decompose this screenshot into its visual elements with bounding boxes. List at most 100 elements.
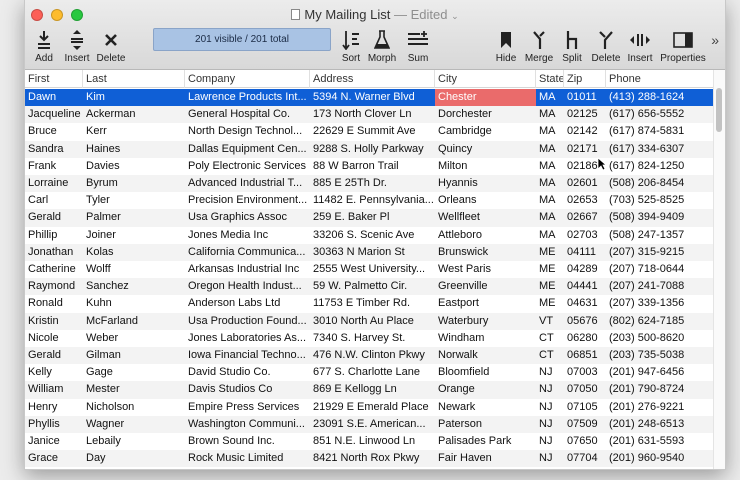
table-cell[interactable]: 885 E 25Th Dr. bbox=[310, 175, 435, 192]
table-cell[interactable]: 06280 bbox=[564, 330, 606, 347]
table-cell[interactable]: Usa Production Found... bbox=[185, 313, 310, 330]
table-cell[interactable]: Day bbox=[83, 450, 185, 467]
delete-button[interactable]: Delete bbox=[95, 28, 127, 64]
table-cell[interactable]: Jacqueline bbox=[25, 106, 83, 123]
table-cell[interactable]: 07050 bbox=[564, 381, 606, 398]
table-cell[interactable]: (617) 656-5552 bbox=[606, 106, 715, 123]
table-cell[interactable]: Quincy bbox=[435, 141, 536, 158]
table-cell[interactable]: Brunswick bbox=[435, 244, 536, 261]
table-cell[interactable]: (201) 276-9221 bbox=[606, 399, 715, 416]
table-cell[interactable]: 30363 N Marion St bbox=[310, 244, 435, 261]
table-cell[interactable]: (703) 525-8525 bbox=[606, 192, 715, 209]
table-cell[interactable]: 677 S. Charlotte Lane bbox=[310, 364, 435, 381]
table-cell[interactable]: Windham bbox=[435, 330, 536, 347]
table-row[interactable]: Gerald Gilman Iowa Financial Techno... 476 … bbox=[25, 347, 715, 365]
table-row[interactable]: Grace Day Rock Music Limited 8421 North Rox… bbox=[25, 450, 715, 468]
table-cell[interactable]: Palisades Park bbox=[435, 433, 536, 450]
table-row[interactable]: Sandra Haines Dallas Equipment Cen... 9288 … bbox=[25, 140, 715, 158]
table-cell[interactable]: Orange bbox=[435, 381, 536, 398]
table-cell[interactable]: NJ bbox=[536, 433, 564, 450]
table-cell[interactable]: 21929 E Emerald Place bbox=[310, 399, 435, 416]
table-row[interactable]: Catherine Wolff Arkansas Industrial Inc 255… bbox=[25, 261, 715, 278]
table-cell[interactable]: 05676 bbox=[564, 313, 606, 330]
table-cell[interactable]: (201) 947-6456 bbox=[606, 364, 715, 381]
table-cell[interactable]: 2555 West University... bbox=[310, 261, 435, 278]
table-cell[interactable]: ME bbox=[536, 244, 564, 261]
table-cell[interactable]: Kristin bbox=[25, 313, 83, 330]
table-cell[interactable]: CT bbox=[536, 347, 564, 364]
table-cell[interactable]: Mester bbox=[83, 381, 185, 398]
column-header[interactable]: Zip bbox=[564, 70, 606, 88]
column-header[interactable]: Company bbox=[185, 70, 310, 88]
table-cell[interactable]: Phyllis bbox=[25, 416, 83, 433]
table-cell[interactable]: 04631 bbox=[564, 295, 606, 312]
table-cell[interactable]: (201) 790-8724 bbox=[606, 381, 715, 398]
table-cell[interactable]: Bruce bbox=[25, 123, 83, 140]
table-row[interactable]: Janice Lebaily Brown Sound Inc. 851 N.E. Li… bbox=[25, 433, 715, 450]
table-cell[interactable]: Ronald bbox=[25, 295, 83, 312]
table-cell[interactable]: NJ bbox=[536, 399, 564, 416]
table-cell[interactable]: Empire Press Services bbox=[185, 399, 310, 416]
table-cell[interactable]: Wellfleet bbox=[435, 209, 536, 226]
table-row[interactable]: Phillip Joiner Jones Media Inc 33206 S. Sce… bbox=[25, 227, 715, 244]
insert-column-button[interactable]: Insert bbox=[624, 28, 656, 64]
table-cell[interactable]: 07105 bbox=[564, 399, 606, 416]
split-button[interactable]: Split bbox=[559, 28, 585, 64]
add-button[interactable]: Add bbox=[31, 28, 57, 64]
table-cell[interactable]: 8421 North Rox Pkwy bbox=[310, 450, 435, 467]
table-cell[interactable]: 04441 bbox=[564, 278, 606, 295]
table-cell[interactable]: 07704 bbox=[564, 450, 606, 467]
table-cell[interactable]: 02125 bbox=[564, 106, 606, 123]
table-cell[interactable]: (617) 334-6307 bbox=[606, 141, 715, 158]
table-cell[interactable]: (207) 315-9215 bbox=[606, 244, 715, 261]
table-cell[interactable]: Catherine bbox=[25, 261, 83, 278]
table-cell[interactable]: Kuhn bbox=[83, 295, 185, 312]
table-cell[interactable]: Janice bbox=[25, 433, 83, 450]
table-cell[interactable]: 851 N.E. Linwood Ln bbox=[310, 433, 435, 450]
table-cell[interactable]: McFarland bbox=[83, 313, 185, 330]
table-row[interactable]: Dawn Kim Lawrence Products Int... 5394 N. W… bbox=[25, 89, 715, 107]
column-header[interactable]: Last bbox=[83, 70, 185, 88]
table-cell[interactable]: (802) 624-7185 bbox=[606, 313, 715, 330]
table-cell[interactable]: NJ bbox=[536, 364, 564, 381]
table-cell[interactable]: (203) 735-5038 bbox=[606, 347, 715, 364]
table-cell[interactable]: Arkansas Industrial Inc bbox=[185, 261, 310, 278]
table-cell[interactable]: Gerald bbox=[25, 209, 83, 226]
sort-button[interactable]: Sort bbox=[338, 28, 364, 64]
table-cell[interactable]: 7340 S. Harvey St. bbox=[310, 330, 435, 347]
table-cell[interactable]: Byrum bbox=[83, 175, 185, 192]
table-cell[interactable]: NJ bbox=[536, 381, 564, 398]
table-cell[interactable]: 5394 N. Warner Blvd bbox=[310, 89, 435, 106]
table-cell[interactable]: ME bbox=[536, 261, 564, 278]
table-cell[interactable]: 02653 bbox=[564, 192, 606, 209]
table-cell[interactable]: 01011 bbox=[564, 89, 606, 106]
table-row[interactable]: Lorraine Byrum Advanced Industrial T... 885… bbox=[25, 175, 715, 193]
table-cell[interactable]: Lebaily bbox=[83, 433, 185, 450]
table-row[interactable]: Jonathan Kolas California Communica... 3036… bbox=[25, 243, 715, 261]
scrollbar-thumb[interactable] bbox=[716, 88, 722, 132]
table-cell[interactable]: North Design Technol... bbox=[185, 123, 310, 140]
table-cell[interactable]: 11482 E. Pennsylvania... bbox=[310, 192, 435, 209]
table-cell[interactable]: Milton bbox=[435, 158, 536, 175]
table-cell[interactable]: Ackerman bbox=[83, 106, 185, 123]
table-cell[interactable]: Nicole bbox=[25, 330, 83, 347]
table-row[interactable]: Jacqueline Ackerman General Hospital Co. 17… bbox=[25, 106, 715, 124]
table-cell[interactable]: MA bbox=[536, 175, 564, 192]
table-cell[interactable]: Nicholson bbox=[83, 399, 185, 416]
table-cell[interactable]: Attleboro bbox=[435, 227, 536, 244]
table-cell[interactable]: Gage bbox=[83, 364, 185, 381]
table-cell[interactable]: 869 E Kellogg Ln bbox=[310, 381, 435, 398]
table-row[interactable]: Kristin McFarland Usa Production Found... 3… bbox=[25, 312, 715, 330]
table-cell[interactable]: CT bbox=[536, 330, 564, 347]
table-cell[interactable]: MA bbox=[536, 123, 564, 140]
table-cell[interactable]: Gerald bbox=[25, 347, 83, 364]
table-cell[interactable]: 3010 North Au Place bbox=[310, 313, 435, 330]
table-cell[interactable]: 02601 bbox=[564, 175, 606, 192]
table-cell[interactable]: California Communica... bbox=[185, 244, 310, 261]
table-cell[interactable]: William bbox=[25, 381, 83, 398]
table-cell[interactable]: ME bbox=[536, 278, 564, 295]
table-cell[interactable]: ME bbox=[536, 295, 564, 312]
table-cell[interactable]: Haines bbox=[83, 141, 185, 158]
table-cell[interactable]: 02667 bbox=[564, 209, 606, 226]
table-cell[interactable]: MA bbox=[536, 141, 564, 158]
